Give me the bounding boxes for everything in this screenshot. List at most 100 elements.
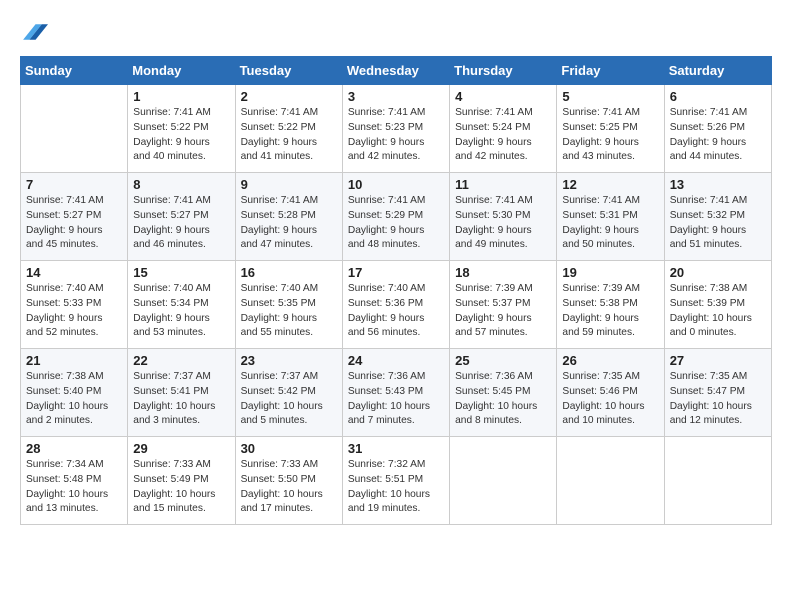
- day-info: Sunrise: 7:41 AM Sunset: 5:32 PM Dayligh…: [670, 194, 766, 253]
- calendar-cell: 27Sunrise: 7:35 AM Sunset: 5:47 PM Dayli…: [664, 349, 771, 437]
- day-info: Sunrise: 7:40 AM Sunset: 5:35 PM Dayligh…: [241, 282, 337, 341]
- day-info: Sunrise: 7:37 AM Sunset: 5:42 PM Dayligh…: [241, 370, 337, 429]
- day-number: 4: [455, 89, 551, 104]
- calendar-cell: 16 Sunrise: 7:40 AM Sunset: 5:35 PM Dayli…: [235, 261, 342, 349]
- calendar-cell: 5 Sunrise: 7:41 AM Sunset: 5:25 PM Daylig…: [557, 85, 664, 173]
- calendar-cell: 12 Sunrise: 7:41 AM Sunset: 5:31 PM Dayli…: [557, 173, 664, 261]
- calendar-week-row: 28 Sunrise: 7:34 AM Sunset: 5:48 PM Dayli…: [21, 437, 772, 525]
- calendar-cell: 6 Sunrise: 7:41 AM Sunset: 5:26 PM Daylig…: [664, 85, 771, 173]
- day-number: 17: [348, 265, 444, 280]
- day-info: Sunrise: 7:41 AM Sunset: 5:30 PM Dayligh…: [455, 194, 551, 253]
- day-number: 7: [26, 177, 122, 192]
- day-info: Sunrise: 7:41 AM Sunset: 5:27 PM Dayligh…: [26, 194, 122, 253]
- day-info: Sunrise: 7:38 AM Sunset: 5:39 PM Dayligh…: [670, 282, 766, 341]
- calendar-cell: 8Sunrise: 7:41 AM Sunset: 5:27 PM Daylig…: [128, 173, 235, 261]
- day-number: 3: [348, 89, 444, 104]
- calendar-header-sunday: Sunday: [21, 57, 128, 85]
- calendar-cell: [557, 437, 664, 525]
- day-info: Sunrise: 7:41 AM Sunset: 5:28 PM Dayligh…: [241, 194, 337, 253]
- day-number: 2: [241, 89, 337, 104]
- calendar-cell: 31Sunrise: 7:32 AM Sunset: 5:51 PM Dayli…: [342, 437, 449, 525]
- day-info: Sunrise: 7:40 AM Sunset: 5:33 PM Dayligh…: [26, 282, 122, 341]
- calendar-cell: 20 Sunrise: 7:38 AM Sunset: 5:39 PM Dayli…: [664, 261, 771, 349]
- day-info: Sunrise: 7:37 AM Sunset: 5:41 PM Dayligh…: [133, 370, 229, 429]
- day-info: Sunrise: 7:33 AM Sunset: 5:50 PM Dayligh…: [241, 458, 337, 517]
- calendar-cell: 7 Sunrise: 7:41 AM Sunset: 5:27 PM Daylig…: [21, 173, 128, 261]
- day-info: Sunrise: 7:38 AM Sunset: 5:40 PM Dayligh…: [26, 370, 122, 429]
- logo: [20, 18, 52, 46]
- day-number: 13: [670, 177, 766, 192]
- day-number: 21: [26, 353, 122, 368]
- day-info: Sunrise: 7:36 AM Sunset: 5:43 PM Dayligh…: [348, 370, 444, 429]
- day-info: Sunrise: 7:41 AM Sunset: 5:24 PM Dayligh…: [455, 106, 551, 165]
- page: SundayMondayTuesdayWednesdayThursdayFrid…: [0, 0, 792, 612]
- calendar-cell: 22 Sunrise: 7:37 AM Sunset: 5:41 PM Dayli…: [128, 349, 235, 437]
- calendar-cell: 1 Sunrise: 7:41 AM Sunset: 5:22 PM Daylig…: [128, 85, 235, 173]
- day-number: 11: [455, 177, 551, 192]
- calendar-week-row: 1 Sunrise: 7:41 AM Sunset: 5:22 PM Daylig…: [21, 85, 772, 173]
- day-info: Sunrise: 7:41 AM Sunset: 5:31 PM Dayligh…: [562, 194, 658, 253]
- calendar-header-tuesday: Tuesday: [235, 57, 342, 85]
- day-number: 27: [670, 353, 766, 368]
- calendar-cell: 23 Sunrise: 7:37 AM Sunset: 5:42 PM Dayli…: [235, 349, 342, 437]
- calendar-cell: 13 Sunrise: 7:41 AM Sunset: 5:32 PM Dayli…: [664, 173, 771, 261]
- day-info: Sunrise: 7:39 AM Sunset: 5:37 PM Dayligh…: [455, 282, 551, 341]
- calendar-cell: 26 Sunrise: 7:35 AM Sunset: 5:46 PM Dayli…: [557, 349, 664, 437]
- calendar-week-row: 14 Sunrise: 7:40 AM Sunset: 5:33 PM Dayli…: [21, 261, 772, 349]
- calendar-cell: 15 Sunrise: 7:40 AM Sunset: 5:34 PM Dayli…: [128, 261, 235, 349]
- day-info: Sunrise: 7:34 AM Sunset: 5:48 PM Dayligh…: [26, 458, 122, 517]
- day-number: 22: [133, 353, 229, 368]
- day-number: 12: [562, 177, 658, 192]
- day-number: 1: [133, 89, 229, 104]
- day-info: Sunrise: 7:36 AM Sunset: 5:45 PM Dayligh…: [455, 370, 551, 429]
- calendar-cell: 19 Sunrise: 7:39 AM Sunset: 5:38 PM Dayli…: [557, 261, 664, 349]
- day-info: Sunrise: 7:41 AM Sunset: 5:22 PM Dayligh…: [133, 106, 229, 165]
- day-number: 9: [241, 177, 337, 192]
- calendar-cell: 4 Sunrise: 7:41 AM Sunset: 5:24 PM Daylig…: [450, 85, 557, 173]
- day-number: 15: [133, 265, 229, 280]
- day-number: 25: [455, 353, 551, 368]
- day-info: Sunrise: 7:35 AM Sunset: 5:46 PM Dayligh…: [562, 370, 658, 429]
- calendar-cell: 17 Sunrise: 7:40 AM Sunset: 5:36 PM Dayli…: [342, 261, 449, 349]
- day-number: 6: [670, 89, 766, 104]
- day-number: 19: [562, 265, 658, 280]
- day-number: 26: [562, 353, 658, 368]
- calendar-cell: 28 Sunrise: 7:34 AM Sunset: 5:48 PM Dayli…: [21, 437, 128, 525]
- calendar-cell: 18Sunrise: 7:39 AM Sunset: 5:37 PM Dayli…: [450, 261, 557, 349]
- day-number: 16: [241, 265, 337, 280]
- day-number: 30: [241, 441, 337, 456]
- day-number: 8: [133, 177, 229, 192]
- day-info: Sunrise: 7:39 AM Sunset: 5:38 PM Dayligh…: [562, 282, 658, 341]
- calendar-cell: 10Sunrise: 7:41 AM Sunset: 5:29 PM Dayli…: [342, 173, 449, 261]
- header: [20, 18, 772, 46]
- calendar-header-saturday: Saturday: [664, 57, 771, 85]
- day-number: 23: [241, 353, 337, 368]
- calendar-header-row: SundayMondayTuesdayWednesdayThursdayFrid…: [21, 57, 772, 85]
- calendar-cell: 25 Sunrise: 7:36 AM Sunset: 5:45 PM Dayli…: [450, 349, 557, 437]
- calendar-header-thursday: Thursday: [450, 57, 557, 85]
- calendar-week-row: 21 Sunrise: 7:38 AM Sunset: 5:40 PM Dayli…: [21, 349, 772, 437]
- day-info: Sunrise: 7:41 AM Sunset: 5:22 PM Dayligh…: [241, 106, 337, 165]
- day-number: 29: [133, 441, 229, 456]
- day-info: Sunrise: 7:41 AM Sunset: 5:29 PM Dayligh…: [348, 194, 444, 253]
- day-number: 20: [670, 265, 766, 280]
- calendar-header-friday: Friday: [557, 57, 664, 85]
- day-info: Sunrise: 7:41 AM Sunset: 5:25 PM Dayligh…: [562, 106, 658, 165]
- day-info: Sunrise: 7:40 AM Sunset: 5:34 PM Dayligh…: [133, 282, 229, 341]
- calendar-cell: 2 Sunrise: 7:41 AM Sunset: 5:22 PM Daylig…: [235, 85, 342, 173]
- day-info: Sunrise: 7:41 AM Sunset: 5:26 PM Dayligh…: [670, 106, 766, 165]
- day-number: 5: [562, 89, 658, 104]
- calendar-cell: 9 Sunrise: 7:41 AM Sunset: 5:28 PM Daylig…: [235, 173, 342, 261]
- calendar-cell: [21, 85, 128, 173]
- calendar-table: SundayMondayTuesdayWednesdayThursdayFrid…: [20, 56, 772, 525]
- logo-icon: [20, 18, 48, 46]
- calendar-cell: 21 Sunrise: 7:38 AM Sunset: 5:40 PM Dayli…: [21, 349, 128, 437]
- day-number: 24: [348, 353, 444, 368]
- day-info: Sunrise: 7:41 AM Sunset: 5:23 PM Dayligh…: [348, 106, 444, 165]
- day-info: Sunrise: 7:40 AM Sunset: 5:36 PM Dayligh…: [348, 282, 444, 341]
- day-number: 14: [26, 265, 122, 280]
- calendar-cell: 29Sunrise: 7:33 AM Sunset: 5:49 PM Dayli…: [128, 437, 235, 525]
- calendar-cell: [664, 437, 771, 525]
- calendar-cell: 24 Sunrise: 7:36 AM Sunset: 5:43 PM Dayli…: [342, 349, 449, 437]
- day-number: 28: [26, 441, 122, 456]
